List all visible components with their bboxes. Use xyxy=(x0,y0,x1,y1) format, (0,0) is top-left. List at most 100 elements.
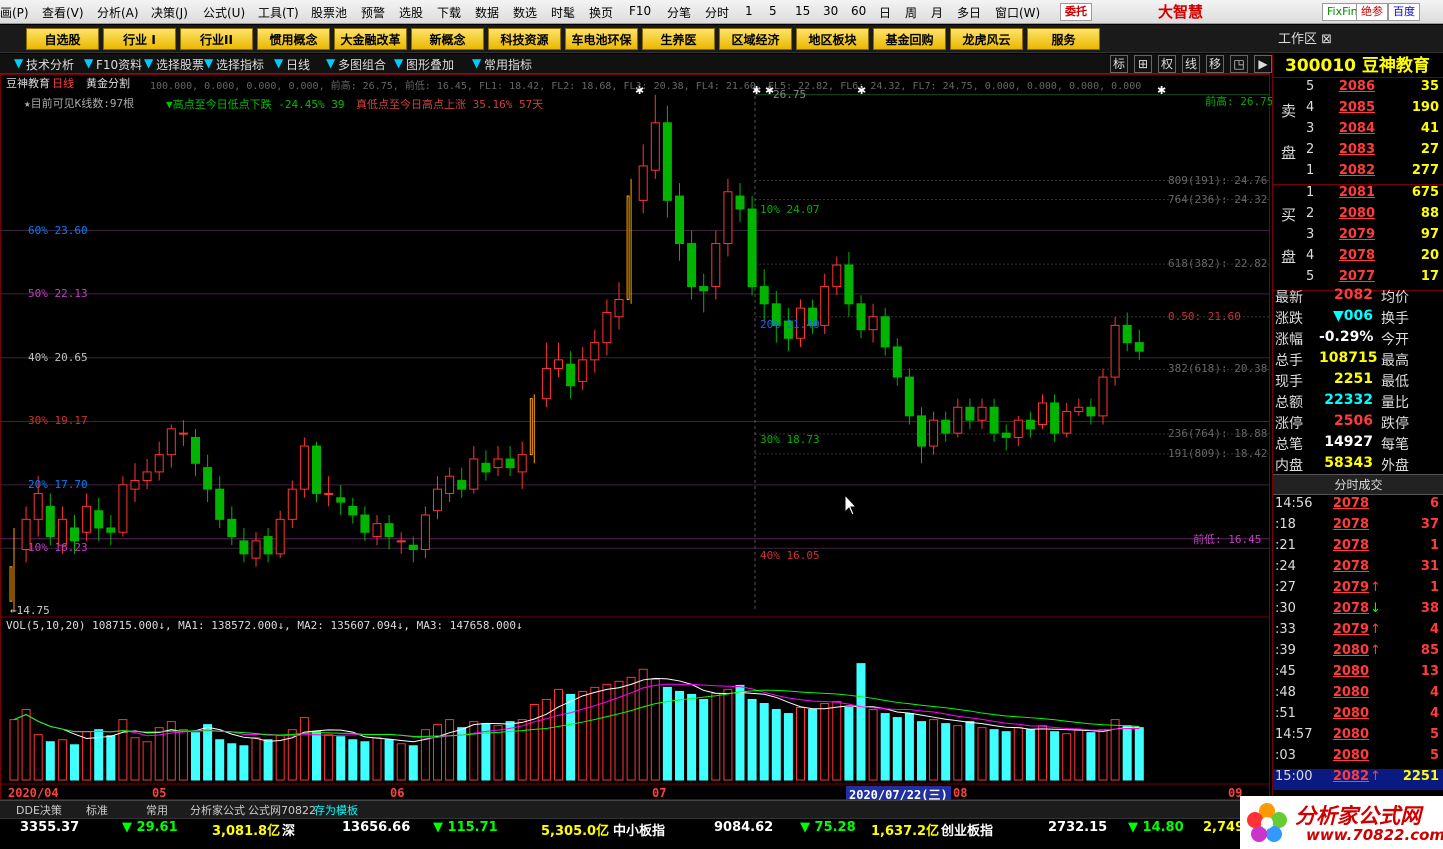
entrust-button[interactable]: 委托 xyxy=(1060,3,1092,21)
category-button-10[interactable]: 地区板块 xyxy=(796,28,869,50)
toolbar-item-7[interactable]: 常用指标 xyxy=(484,56,532,73)
menu-item-3[interactable]: 决策(J) xyxy=(151,4,188,21)
sell-row[interactable]: 4 2085 190 xyxy=(1273,100,1443,121)
dropdown-arrow-icon[interactable]: ▼ xyxy=(14,56,23,70)
category-button-6[interactable]: 科技资源 xyxy=(488,28,561,50)
trade-row[interactable]: :18 2078 37 xyxy=(1273,517,1443,538)
trade-row[interactable]: :51 2080 4 xyxy=(1273,706,1443,727)
stock-header[interactable]: 300010 豆神教育 xyxy=(1273,54,1443,78)
toolbar-icon-0[interactable]: 标 xyxy=(1110,55,1128,73)
toolbar-item-3[interactable]: 选择指标 xyxy=(216,56,264,73)
trade-row[interactable]: :24 2078 31 xyxy=(1273,559,1443,580)
menu-item-22[interactable]: 日 xyxy=(879,4,891,21)
template-tab-2[interactable]: 常用 xyxy=(146,802,168,818)
category-button-0[interactable]: 自选股 xyxy=(26,28,99,50)
toolbar-item-4[interactable]: 日线 xyxy=(286,56,310,73)
template-tab-3[interactable]: 分析家公式 xyxy=(190,802,245,818)
toolbar-item-5[interactable]: 多图组合 xyxy=(338,56,386,73)
menu-item-9[interactable]: 下载 xyxy=(437,4,461,21)
trade-row[interactable]: 14:57 2080 5 xyxy=(1273,727,1443,748)
trade-row[interactable]: :33 2079 ↑ 4 xyxy=(1273,622,1443,643)
baidu-button[interactable]: 百度 xyxy=(1388,3,1420,21)
time-sales-title[interactable]: 分时成交 xyxy=(1273,474,1443,495)
menu-item-10[interactable]: 数据 xyxy=(475,4,499,21)
buy-row[interactable]: 1 2081 675 xyxy=(1273,185,1443,206)
template-tab-0[interactable]: DDE决策 xyxy=(16,802,62,818)
trade-row[interactable]: :27 2079 ↑ 1 xyxy=(1273,580,1443,601)
menu-item-8[interactable]: 选股 xyxy=(399,4,423,21)
sell-row[interactable]: 2 2083 27 xyxy=(1273,142,1443,163)
sell-row[interactable]: 1 2082 277 xyxy=(1273,163,1443,184)
category-button-4[interactable]: 大金融改革 xyxy=(334,28,407,50)
category-button-8[interactable]: 生养医 xyxy=(642,28,715,50)
category-button-1[interactable]: 行业 I xyxy=(103,28,176,50)
menu-item-18[interactable]: 5 xyxy=(769,4,777,18)
toolbar-item-6[interactable]: 图形叠加 xyxy=(406,56,454,73)
workzone-label[interactable]: 工作区 ⊠ xyxy=(1278,28,1378,47)
menu-item-16[interactable]: 分时 xyxy=(705,4,729,21)
template-tab-4[interactable]: 公式网70822 xyxy=(248,802,316,818)
toolbar-item-0[interactable]: 技术分析 xyxy=(26,56,74,73)
menu-item-7[interactable]: 预警 xyxy=(361,4,385,21)
category-button-3[interactable]: 惯用概念 xyxy=(257,28,330,50)
menu-item-25[interactable]: 多日 xyxy=(957,4,981,21)
toolbar-item-1[interactable]: F10资料 xyxy=(96,56,142,73)
dropdown-arrow-icon[interactable]: ▼ xyxy=(472,56,481,70)
menu-item-5[interactable]: 工具(T) xyxy=(258,4,299,21)
jueshen-button[interactable]: 绝参 xyxy=(1356,3,1388,21)
trade-row[interactable]: :45 2080 13 xyxy=(1273,664,1443,685)
category-button-12[interactable]: 龙虎风云 xyxy=(950,28,1023,50)
menu-item-20[interactable]: 30 xyxy=(823,4,838,18)
category-button-13[interactable]: 服务 xyxy=(1027,28,1100,50)
template-tab-5[interactable]: 存为模板 xyxy=(314,802,358,818)
trade-row[interactable]: 14:56 2078 6 xyxy=(1273,496,1443,517)
category-button-2[interactable]: 行业II xyxy=(180,28,253,50)
menu-item-23[interactable]: 周 xyxy=(905,4,917,21)
trade-row[interactable]: :48 2080 4 xyxy=(1273,685,1443,706)
sell-row[interactable]: 3 2084 41 xyxy=(1273,121,1443,142)
dropdown-arrow-icon[interactable]: ▼ xyxy=(274,56,283,70)
buy-row[interactable]: 2 2080 88 xyxy=(1273,206,1443,227)
menu-item-13[interactable]: 换页 xyxy=(589,4,613,21)
menu-item-15[interactable]: 分笔 xyxy=(667,4,691,21)
menu-item-19[interactable]: 15 xyxy=(795,4,810,18)
category-button-7[interactable]: 车电池环保 xyxy=(565,28,638,50)
close-icon[interactable]: ⊠ xyxy=(1321,32,1332,47)
dropdown-arrow-icon[interactable]: ▼ xyxy=(204,56,213,70)
buy-row[interactable]: 4 2078 20 xyxy=(1273,248,1443,269)
kline-chart[interactable]: ✱ ✱ ✱ ✱ ✱ xyxy=(0,74,1270,800)
toolbar-icon-4[interactable]: 移 xyxy=(1206,55,1224,73)
sell-row[interactable]: 5 2086 35 xyxy=(1273,79,1443,100)
toolbar-item-2[interactable]: 选择股票 xyxy=(156,56,204,73)
menu-item-12[interactable]: 时髦 xyxy=(551,4,575,21)
dropdown-arrow-icon[interactable]: ▼ xyxy=(84,56,93,70)
category-button-9[interactable]: 区域经济 xyxy=(719,28,792,50)
menu-item-11[interactable]: 数选 xyxy=(513,4,537,21)
menu-item-4[interactable]: 公式(U) xyxy=(203,4,245,21)
dropdown-arrow-icon[interactable]: ▼ xyxy=(144,56,153,70)
toolbar-icon-6[interactable]: ▶ xyxy=(1254,55,1272,73)
menu-item-24[interactable]: 月 xyxy=(931,4,943,21)
toolbar-icon-3[interactable]: 线 xyxy=(1182,55,1200,73)
category-button-11[interactable]: 基金回购 xyxy=(873,28,946,50)
toolbar-icon-2[interactable]: 权 xyxy=(1158,55,1176,73)
trade-row[interactable]: :21 2078 1 xyxy=(1273,538,1443,559)
chart-area[interactable]: ✱ ✱ ✱ ✱ ✱ 豆神教育 日线 黄金分割 100.000, 0.000, 0.000, 0… xyxy=(0,74,1273,803)
toolbar-icon-1[interactable]: ⊞ xyxy=(1134,55,1152,73)
menu-item-21[interactable]: 60 xyxy=(851,4,866,18)
menu-item-0[interactable]: 画(P) xyxy=(0,4,29,21)
toolbar-icon-5[interactable]: ◳ xyxy=(1230,55,1248,73)
trade-row[interactable]: :03 2080 5 xyxy=(1273,748,1443,769)
trade-row[interactable]: 15:00 2082 ↑ 2251 xyxy=(1273,769,1443,790)
dropdown-arrow-icon[interactable]: ▼ xyxy=(326,56,335,70)
buy-row[interactable]: 3 2079 97 xyxy=(1273,227,1443,248)
menu-item-2[interactable]: 分析(A) xyxy=(97,4,139,21)
trade-row[interactable]: :30 2078 ↓ 38 xyxy=(1273,601,1443,622)
trade-row[interactable]: :39 2080 ↑ 85 xyxy=(1273,643,1443,664)
menu-item-17[interactable]: 1 xyxy=(745,4,753,18)
menu-item-26[interactable]: 窗口(W) xyxy=(995,4,1040,21)
menu-item-6[interactable]: 股票池 xyxy=(311,4,347,21)
template-tab-1[interactable]: 标准 xyxy=(86,802,108,818)
dropdown-arrow-icon[interactable]: ▼ xyxy=(394,56,403,70)
menu-item-14[interactable]: F10 xyxy=(629,4,651,18)
